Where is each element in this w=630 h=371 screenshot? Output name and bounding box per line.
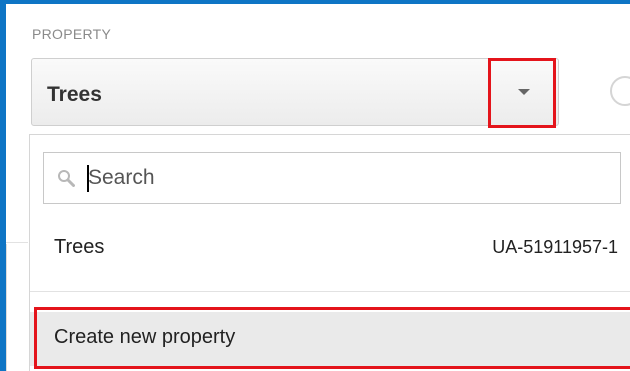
divider bbox=[6, 244, 7, 371]
search-input[interactable] bbox=[88, 153, 608, 203]
property-panel: PROPERTY Trees Trees UA-51911957-1 Creat… bbox=[6, 4, 630, 371]
create-highlight bbox=[34, 307, 630, 369]
property-name: Trees bbox=[54, 236, 105, 258]
divider bbox=[6, 242, 28, 243]
divider bbox=[30, 291, 630, 292]
property-id: UA-51911957-1 bbox=[492, 237, 618, 257]
property-select[interactable]: Trees bbox=[31, 58, 559, 126]
selected-property: Trees bbox=[47, 83, 102, 106]
search-icon bbox=[58, 170, 75, 187]
list-item[interactable]: Trees UA-51911957-1 bbox=[30, 223, 630, 275]
info-icon[interactable] bbox=[610, 76, 630, 106]
property-dropdown: Trees UA-51911957-1 Create new property bbox=[29, 134, 630, 371]
section-label: PROPERTY bbox=[32, 26, 112, 42]
caret-highlight bbox=[488, 58, 556, 128]
text-cursor bbox=[87, 165, 89, 192]
search-field[interactable] bbox=[43, 152, 621, 204]
